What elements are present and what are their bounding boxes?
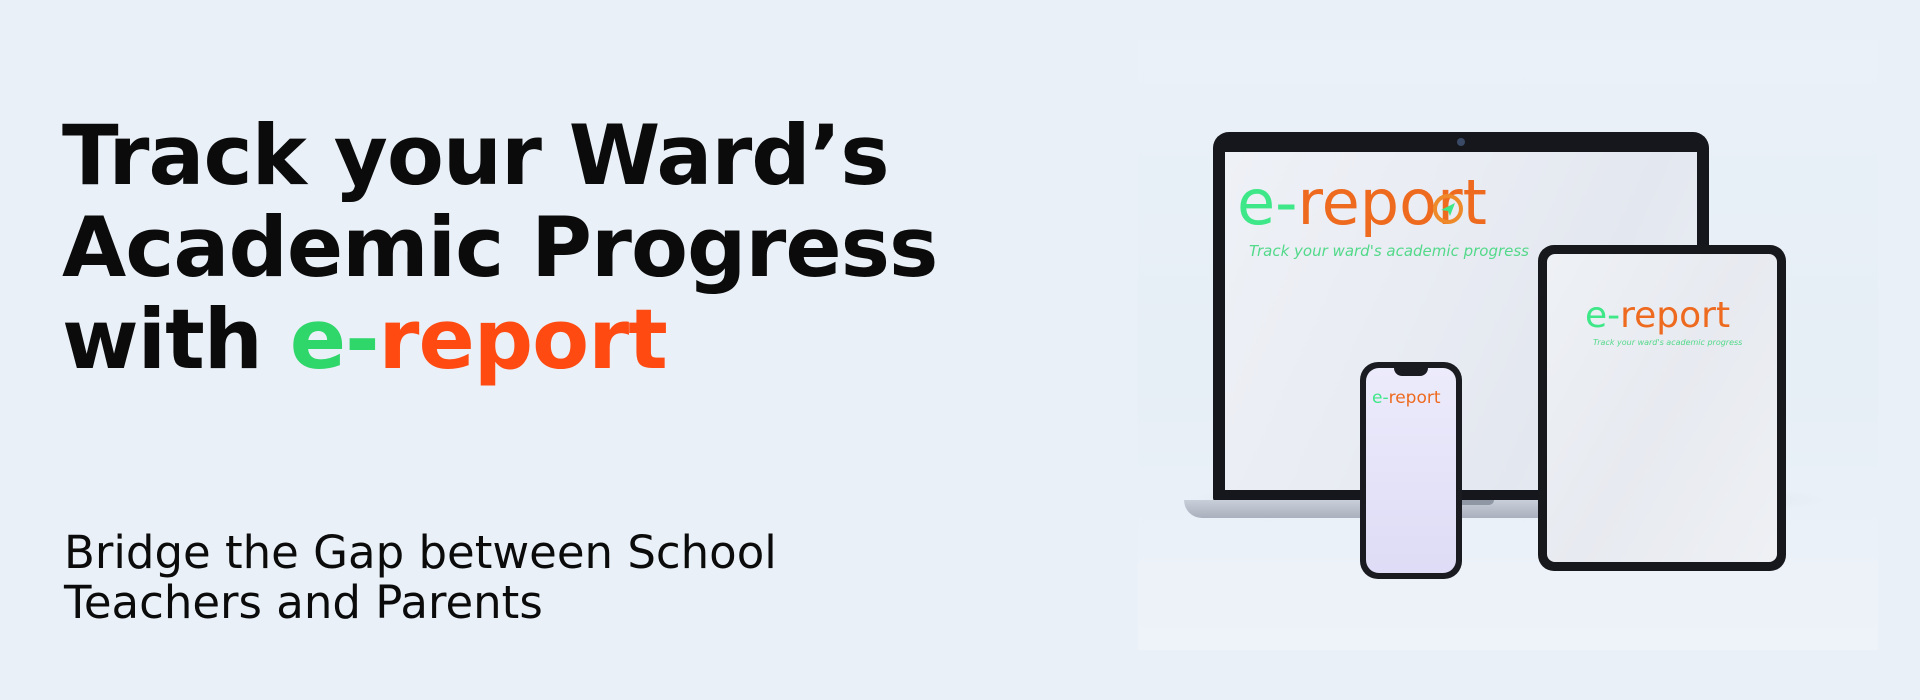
phone-screen: e-report <box>1366 368 1456 573</box>
laptop-camera <box>1457 138 1465 146</box>
headline-line-1: Track your Ward’s <box>62 107 890 204</box>
devices-illustration: e-report Track your ward's academic prog… <box>1138 40 1878 650</box>
phone-notch <box>1394 368 1428 376</box>
hero-subtitle: Bridge the Gap between School Teachers a… <box>64 528 777 628</box>
hero-headline: Track your Ward’s Academic Progress with… <box>62 110 1062 386</box>
hero-text: Track your Ward’s Academic Progress with… <box>62 110 1062 386</box>
laptop-logo-e: e- <box>1237 166 1298 239</box>
tablet: e-report Track your ward's academic prog… <box>1538 245 1786 571</box>
phone-logo-report: report <box>1388 388 1441 408</box>
phone-logo-e: e- <box>1372 388 1389 408</box>
tablet-logo-report: report <box>1620 295 1731 336</box>
tablet-logo-e: e- <box>1585 295 1621 336</box>
paper-plane-icon <box>1433 194 1463 224</box>
tablet-screen: e-report Track your ward's academic prog… <box>1547 254 1777 562</box>
headline-line-3: with e-report <box>62 294 1062 386</box>
laptop-tagline: Track your ward's academic progress <box>1249 242 1529 260</box>
laptop-logo: e-report Track your ward's academic prog… <box>1237 170 1529 261</box>
brand-name-report: report <box>378 291 668 388</box>
headline-line-2: Academic Progress <box>62 199 938 296</box>
headline-with-text: with <box>62 291 290 388</box>
tablet-logo: e-report Track your ward's academic prog… <box>1585 296 1742 348</box>
brand-name-e: e- <box>289 291 380 388</box>
phone: e-report <box>1360 362 1462 579</box>
tablet-tagline: Track your ward's academic progress <box>1593 338 1743 347</box>
subtitle-line-2: Teachers and Parents <box>64 576 543 629</box>
subtitle-line-1: Bridge the Gap between School <box>64 526 777 579</box>
phone-logo: e-report <box>1372 388 1441 408</box>
